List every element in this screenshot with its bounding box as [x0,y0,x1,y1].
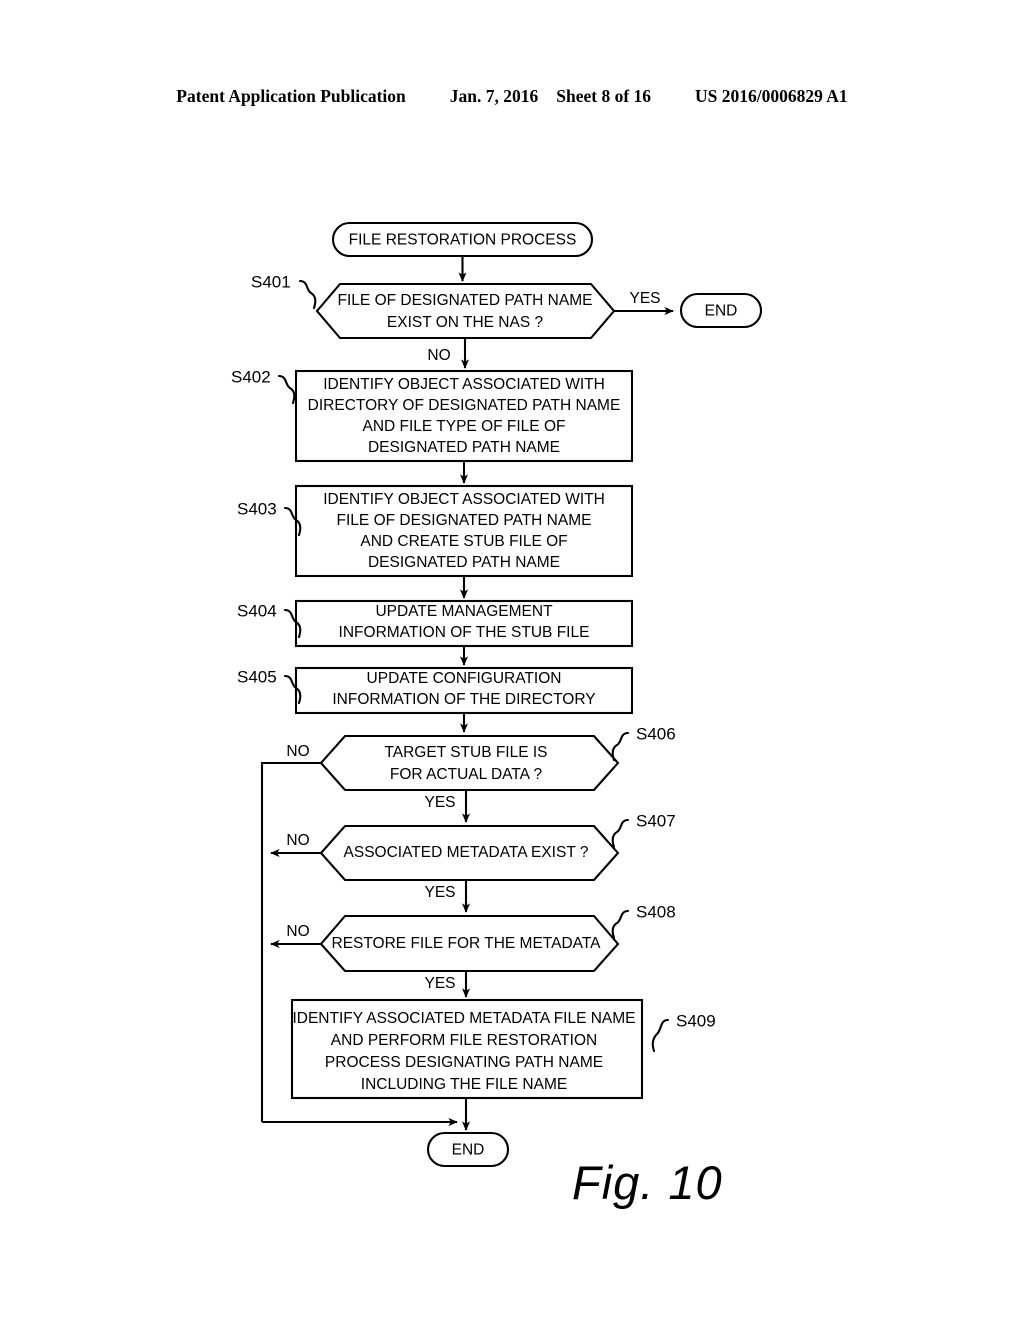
process-s402: IDENTIFY OBJECT ASSOCIATED WITH DIRECTOR… [294,369,634,463]
end-terminal-top-label: END [705,303,738,320]
process-s402-line-1: IDENTIFY OBJECT ASSOCIATED WITH [323,376,605,393]
step-id-s404: S404 [237,601,277,620]
flowchart-diagram: FILE RESTORATION PROCESS FILE OF DESIGNA… [0,0,1024,1320]
edge-label-s401-yes: YES [629,290,660,307]
decision-s408: RESTORE FILE FOR THE METADATA [319,914,620,973]
process-s403-line-3: AND CREATE STUB FILE OF [360,533,567,550]
edge-label-s406-yes: YES [424,794,455,811]
edge-label-s406-no: NO [286,743,309,760]
step-id-s406: S406 [636,724,676,743]
leader-s409 [651,1018,670,1053]
process-s403: IDENTIFY OBJECT ASSOCIATED WITH FILE OF … [294,484,634,578]
edge-label-s408-yes: YES [424,975,455,992]
decision-s407: ASSOCIATED METADATA EXIST ? [319,824,620,882]
process-s409-line-3: PROCESS DESIGNATING PATH NAME [325,1054,603,1071]
edge-label-s408-no: NO [286,923,309,940]
edge-label-s407-yes: YES [424,884,455,901]
step-id-s403: S403 [237,499,277,518]
leader-s401 [298,279,317,310]
process-s409-line-4: INCLUDING THE FILE NAME [361,1076,567,1093]
step-id-s407: S407 [636,811,676,830]
process-s403-line-2: FILE OF DESIGNATED PATH NAME [337,512,592,529]
step-id-s402: S402 [231,367,271,386]
leader-s408 [611,909,630,940]
step-id-s408: S408 [636,902,676,921]
step-id-s409: S409 [676,1011,716,1030]
process-s409: IDENTIFY ASSOCIATED METADATA FILE NAME A… [290,998,644,1100]
process-s402-line-3: AND FILE TYPE OF FILE OF [363,418,566,435]
decision-s407-line-1: ASSOCIATED METADATA EXIST ? [344,844,589,861]
process-s405-line-2: INFORMATION OF THE DIRECTORY [332,691,595,708]
end-terminal-bottom-label: END [452,1142,485,1159]
process-s409-line-2: AND PERFORM FILE RESTORATION [331,1032,597,1049]
process-s402-line-2: DIRECTORY OF DESIGNATED PATH NAME [308,397,621,414]
leader-s406 [611,731,630,762]
step-id-s405: S405 [237,667,277,686]
decision-s406-line-1: TARGET STUB FILE IS [384,744,547,761]
figure-caption: Fig. 10 [572,1156,723,1209]
edge-label-s407-no: NO [286,832,309,849]
decision-s401: FILE OF DESIGNATED PATH NAME EXIST ON TH… [315,282,616,340]
edge-label-s401-no: NO [427,347,450,364]
process-s403-line-4: DESIGNATED PATH NAME [368,554,560,571]
decision-s408-line-1: RESTORE FILE FOR THE METADATA [332,935,602,952]
process-s403-line-1: IDENTIFY OBJECT ASSOCIATED WITH [323,491,605,508]
leader-s402 [277,374,296,405]
decision-s406: TARGET STUB FILE IS FOR ACTUAL DATA ? [319,734,620,792]
leader-s407 [611,818,630,849]
start-terminal-label: FILE RESTORATION PROCESS [349,232,577,249]
process-s402-line-4: DESIGNATED PATH NAME [368,439,560,456]
process-s405: UPDATE CONFIGURATION INFORMATION OF THE … [294,666,634,715]
decision-s401-line-1: FILE OF DESIGNATED PATH NAME [338,292,593,309]
process-s409-line-1: IDENTIFY ASSOCIATED METADATA FILE NAME [292,1010,635,1027]
process-s404: UPDATE MANAGEMENT INFORMATION OF THE STU… [294,599,634,648]
decision-s401-line-2: EXIST ON THE NAS ? [387,314,544,331]
process-s405-line-1: UPDATE CONFIGURATION [367,670,562,687]
process-s404-line-1: UPDATE MANAGEMENT [375,603,553,620]
end-terminal-top: END [679,292,763,329]
decision-s406-line-2: FOR ACTUAL DATA ? [390,766,543,783]
end-terminal-bottom: END [426,1131,510,1168]
step-id-s401: S401 [251,272,291,291]
process-s404-line-2: INFORMATION OF THE STUB FILE [339,624,590,641]
start-terminal: FILE RESTORATION PROCESS [331,221,594,258]
